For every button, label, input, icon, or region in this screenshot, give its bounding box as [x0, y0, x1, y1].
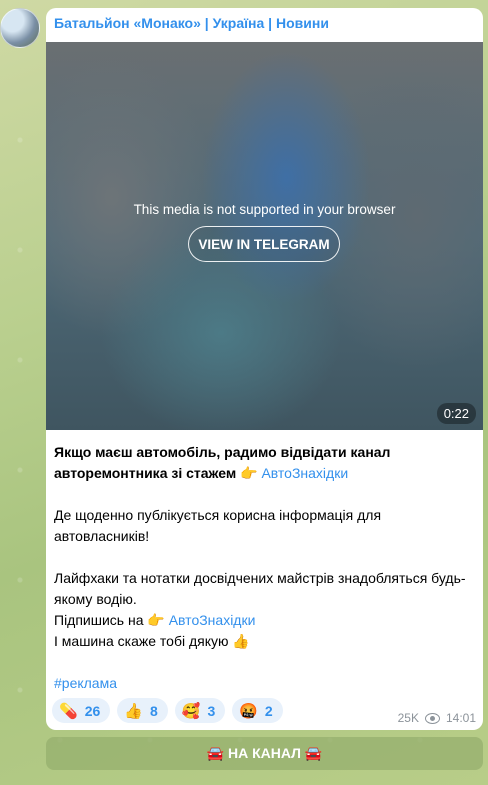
reaction-emoji: 🤬 [239, 702, 258, 720]
message-text: Якщо маєш автомобіль, радимо відвідати к… [54, 442, 474, 694]
reaction-emoji: 💊 [59, 702, 78, 720]
video-media[interactable]: This media is not supported in your brow… [46, 42, 483, 430]
reaction-count: 3 [207, 702, 216, 719]
reaction-emoji: 👍 [124, 702, 143, 720]
eye-icon [424, 712, 440, 724]
reaction-pill[interactable]: 🤬 2 [232, 698, 283, 723]
reaction-pill[interactable]: 🥰 3 [174, 698, 226, 723]
to-channel-button[interactable]: 🚘 НА КАНАЛ 🚘 [46, 737, 483, 770]
channel-avatar[interactable] [0, 8, 40, 48]
pointing-emoji: 👉 [240, 465, 258, 481]
subscribe-text: Підпишись на [54, 612, 144, 628]
message-meta: 25K 14:01 [398, 711, 476, 725]
view-count: 25K [397, 711, 419, 725]
hashtag-link[interactable]: #реклама [54, 675, 117, 691]
paragraph-thanks: І машина скаже тобі дякую 👍 [54, 633, 250, 649]
reaction-count: 2 [264, 702, 273, 719]
reactions-bar: 💊 26 👍 8 🥰 3 🤬 2 [52, 698, 283, 723]
reaction-count: 8 [149, 702, 158, 719]
channel-link[interactable]: АвтоЗнахідки [261, 465, 348, 481]
media-unsupported-text: This media is not supported in your brow… [133, 202, 396, 217]
paragraph-info: Де щоденно публікується корисна інформац… [54, 507, 382, 544]
paragraph-subscribe: Підпишись на 👉 АвтоЗнахідки [54, 610, 474, 631]
pointing-emoji-2: 👉 [147, 612, 165, 628]
reaction-emoji: 🥰 [181, 702, 201, 720]
reaction-count: 26 [84, 702, 101, 719]
message-bubble: Батальйон «Монако» | Україна | Новини Th… [46, 8, 483, 730]
reaction-pill[interactable]: 💊 26 [52, 698, 111, 723]
video-duration: 0:22 [436, 403, 476, 424]
paragraph-tips: Лайфхаки та нотатки досвідчених майстрів… [54, 570, 466, 607]
channel-link-2[interactable]: АвтоЗнахідки [169, 612, 256, 628]
message-time: 14:01 [445, 711, 476, 725]
reaction-pill[interactable]: 👍 8 [117, 698, 168, 723]
channel-name[interactable]: Батальйон «Монако» | Україна | Новини [54, 15, 329, 31]
paragraph-intro: Якщо маєш автомобіль, радимо відвідати к… [54, 442, 474, 484]
view-in-telegram-button[interactable]: VIEW IN TELEGRAM [188, 226, 340, 262]
